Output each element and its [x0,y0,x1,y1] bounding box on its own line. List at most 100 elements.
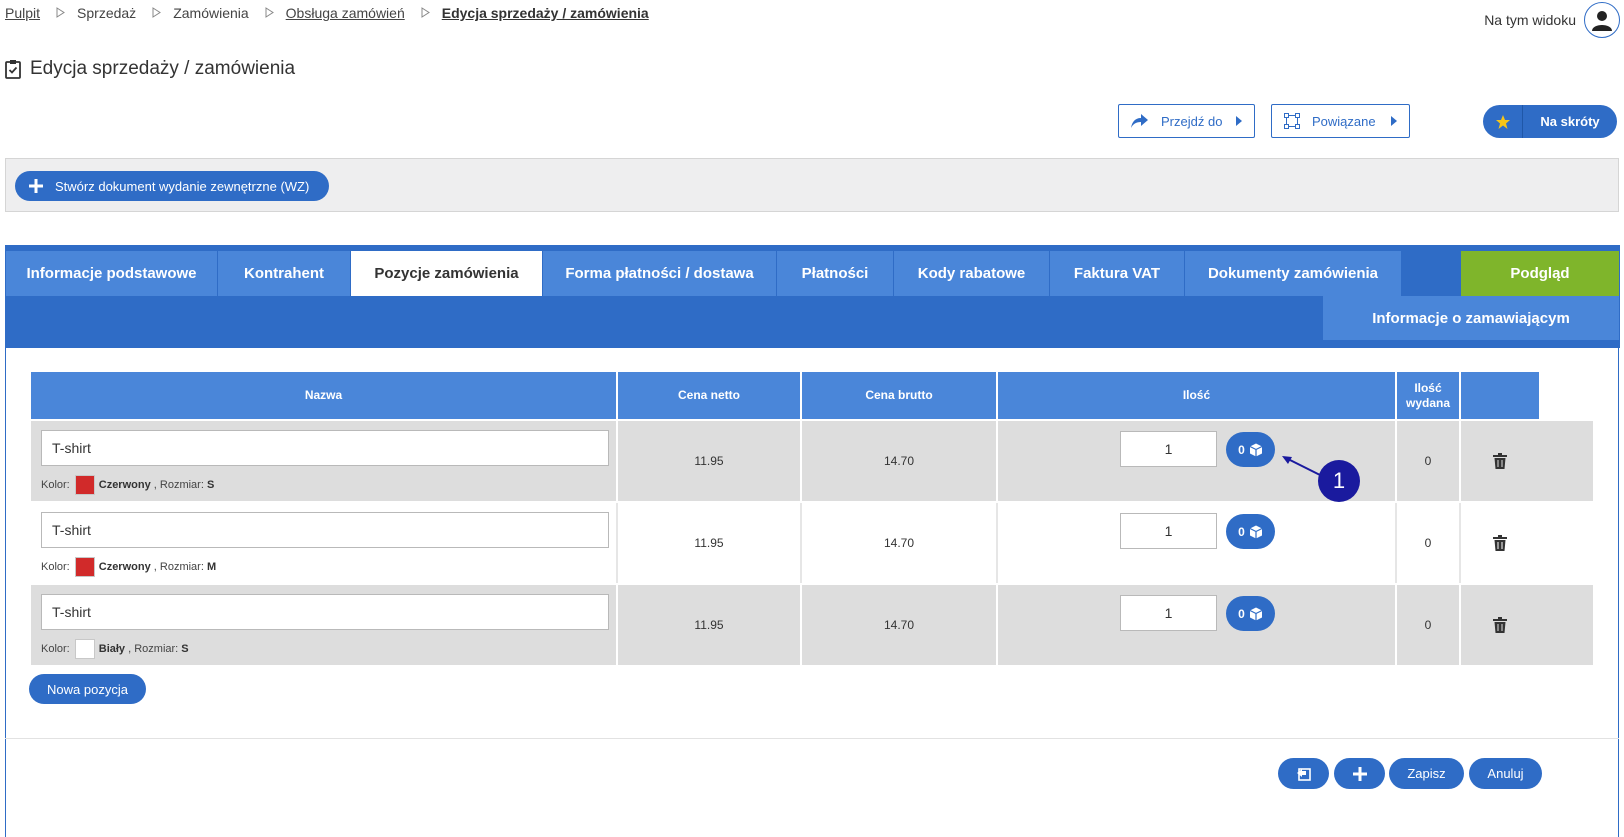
related-button[interactable]: Powiązane [1271,104,1410,138]
document-toolbar: Stwórz dokument wydanie zewnętrzne (WZ) [5,158,1619,212]
breadcrumb-item-zamowienia: Zamówienia [173,5,249,21]
color-label: Kolor: [41,561,70,573]
share-arrow-icon [1131,114,1149,128]
quantity-cell: 1 0 [998,585,1395,665]
page-title-text: Edycja sprzedaży / zamówienia [30,58,296,79]
add-button[interactable] [1334,758,1385,789]
item-attributes: Kolor: Czerwony , Rozmiar: M [41,557,216,577]
tab-order-documents[interactable]: Dokumenty zamówienia [1185,251,1402,296]
color-swatch [74,475,95,495]
gross-price-cell: 14.70 [883,536,915,550]
package-box-icon [1249,525,1263,538]
color-value: Czerwony [98,561,151,573]
tab-payment-delivery[interactable]: Forma płatności / dostawa [543,251,777,296]
create-wz-button[interactable]: Stwórz dokument wydanie zewnętrzne (WZ) [15,171,330,201]
create-wz-label: Stwórz dokument wydanie zewnętrzne (WZ) [55,178,310,194]
name-cell: T-shirt Kolor: Czerwony , Rozmiar: M [31,503,616,583]
issued-quantity-cell: 0 [1424,536,1432,550]
breadcrumb: Pulpit Sprzedaż Zamówienia Obsługa zamów… [5,5,649,21]
table-row: T-shirt Kolor: Czerwony , Rozmiar: S 11.… [31,421,1593,501]
packages-count: 0 [1238,524,1245,539]
view-menu[interactable]: Na tym widoku [1484,2,1620,38]
gross-price-cell: 14.70 [883,618,915,632]
caret-right-icon [1391,116,1397,126]
new-position-button[interactable]: Nowa pozycja [29,674,146,704]
issued-quantity-cell: 0 [1424,454,1432,468]
net-price-cell: 11.95 [694,618,724,632]
color-label: Kolor: [41,643,70,655]
net-price-cell: 11.95 [694,536,724,550]
color-value: Czerwony [98,479,151,491]
table-row: T-shirt Kolor: Czerwony , Rozmiar: M 11.… [31,503,1593,583]
net-price-cell: 11.95 [694,454,724,468]
breadcrumb-separator-icon [265,6,274,18]
name-cell: T-shirt Kolor: Biały , Rozmiar: S [31,585,616,665]
item-attributes: Kolor: Czerwony , Rozmiar: S [41,475,214,495]
item-name-input[interactable]: T-shirt [41,512,609,548]
package-box-icon [1249,607,1263,620]
breadcrumb-separator-icon [421,6,430,18]
packages-button[interactable]: 0 [1226,596,1275,631]
gross-price-cell: 14.70 [883,454,915,468]
breadcrumb-separator-icon [56,6,65,18]
tab-order-items[interactable]: Pozycje zamówienia [351,251,543,296]
user-avatar-icon[interactable] [1584,2,1620,38]
quantity-cell: 1 0 [998,503,1395,583]
star-icon [1483,105,1523,138]
issued-quantity-cell: 0 [1424,618,1432,632]
cancel-button[interactable]: Anuluj [1469,758,1542,789]
restore-button[interactable] [1278,758,1329,789]
color-swatch [74,639,95,659]
breadcrumb-item-current[interactable]: Edycja sprzedaży / zamówienia [442,5,649,21]
tab-preview[interactable]: Podgląd [1461,251,1620,296]
tab-orderer-info[interactable]: Informacje o zamawiającym [1323,296,1620,340]
color-swatch [74,557,95,577]
packages-button[interactable]: 0 [1226,514,1275,549]
delete-cell [1461,585,1539,665]
size-label: , Rozmiar: [153,479,204,491]
delete-cell [1461,421,1539,501]
plus-icon [29,179,43,193]
packages-count: 0 [1238,442,1245,457]
delete-cell [1461,503,1539,583]
size-label: , Rozmiar: [128,643,179,655]
table-row: T-shirt Kolor: Biały , Rozmiar: S 11.95 … [31,585,1593,665]
header-issued-line1: Ilość [1414,380,1442,395]
packages-button[interactable]: 0 [1226,432,1275,467]
size-value: M [206,561,217,573]
shortcuts-label: Na skróty [1540,114,1600,129]
trash-icon[interactable] [1493,453,1507,469]
tab-payments[interactable]: Płatności [777,251,894,296]
breadcrumb-item-sprzedaz: Sprzedaż [77,5,137,21]
header-name: Nazwa [31,372,616,419]
tab-discount-codes[interactable]: Kody rabatowe [894,251,1050,296]
quantity-input[interactable]: 1 [1120,513,1217,549]
trash-icon[interactable] [1493,535,1507,551]
header-actions [1461,372,1539,419]
name-cell: T-shirt Kolor: Czerwony , Rozmiar: S [31,421,616,501]
related-label: Powiązane [1312,113,1376,129]
tab-contractor[interactable]: Kontrahent [218,251,351,296]
divider [5,738,1619,739]
header-gross-price: Cena brutto [802,372,996,419]
packages-count: 0 [1238,606,1245,621]
trash-icon[interactable] [1493,617,1507,633]
item-name-input[interactable]: T-shirt [41,594,609,630]
size-value: S [181,643,189,655]
header-issued-line2: wydana [1405,395,1450,410]
package-box-icon [1249,443,1263,456]
quantity-input[interactable]: 1 [1120,431,1217,467]
quantity-input[interactable]: 1 [1120,595,1217,631]
item-name-input[interactable]: T-shirt [41,430,609,466]
save-button[interactable]: Zapisz [1389,758,1464,789]
tab-vat-invoice[interactable]: Faktura VAT [1050,251,1185,296]
restore-icon [1296,767,1311,781]
shortcuts-button[interactable]: Na skróty [1483,105,1617,138]
tab-basic-info[interactable]: Informacje podstawowe [6,251,218,296]
header-issued-quantity: Ilość wydana [1397,372,1459,419]
goto-button[interactable]: Przejdź do [1118,104,1255,138]
breadcrumb-item-pulpit[interactable]: Pulpit [5,5,40,21]
page-title: Edycja sprzedaży / zamówienia [5,58,295,80]
breadcrumb-item-obsluga[interactable]: Obsługa zamówień [286,5,405,21]
header-quantity: Ilość [998,372,1395,419]
